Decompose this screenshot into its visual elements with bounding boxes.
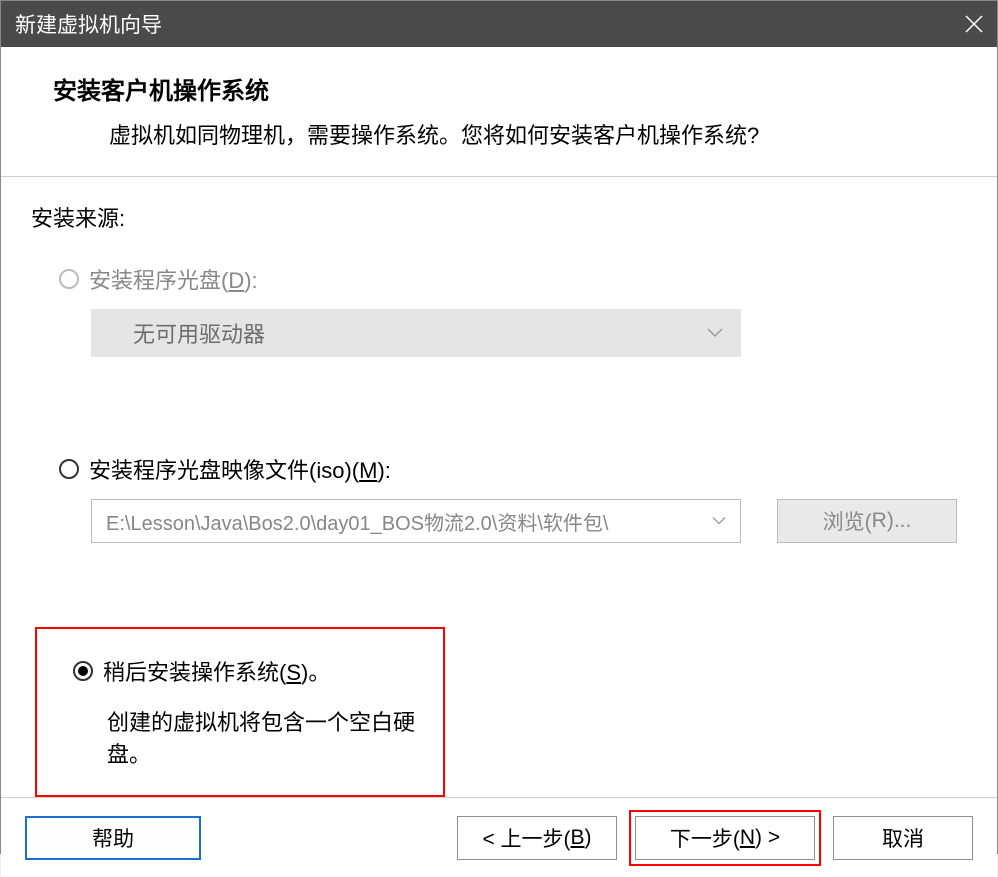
option-later-description: 创建的虚拟机将包含一个空白硬盘。 xyxy=(107,705,425,769)
option-iso-row: 安装程序光盘映像文件(iso)(M): xyxy=(59,453,967,485)
option-iso-block: 安装程序光盘映像文件(iso)(M): E:\Lesson\Java\Bos2.… xyxy=(31,453,967,543)
disc-drive-value: 无可用驱动器 xyxy=(133,317,265,349)
help-button[interactable]: 帮助 xyxy=(25,816,201,860)
wizard-window: 新建虚拟机向导 安装客户机操作系统 虚拟机如同物理机，需要操作系统。您将如何安装… xyxy=(0,0,998,854)
back-button[interactable]: < 上一步(B) xyxy=(457,816,617,860)
close-button[interactable] xyxy=(951,1,997,47)
wizard-footer: 帮助 < 上一步(B) 下一步(N) > 取消 xyxy=(1,797,997,877)
close-icon xyxy=(965,15,983,33)
iso-path-input[interactable]: E:\Lesson\Java\Bos2.0\day01_BOS物流2.0\资料\… xyxy=(91,499,741,543)
cancel-button[interactable]: 取消 xyxy=(833,816,973,860)
window-title: 新建虚拟机向导 xyxy=(15,9,951,39)
page-subtitle: 虚拟机如同物理机，需要操作系统。您将如何安装客户机操作系统? xyxy=(53,118,957,150)
radio-later-label[interactable]: 稍后安装操作系统(S)。 xyxy=(103,655,330,687)
chevron-down-icon xyxy=(712,517,726,526)
next-highlight-box: 下一步(N) > xyxy=(629,810,821,866)
radio-disc-label: 安装程序光盘(D): xyxy=(89,263,258,295)
disc-drive-dropdown: 无可用驱动器 xyxy=(91,309,741,357)
wizard-content: 安装来源: 安装程序光盘(D): 无可用驱动器 安装程序光盘映像文件(iso)(… xyxy=(1,177,997,797)
iso-path-value: E:\Lesson\Java\Bos2.0\day01_BOS物流2.0\资料\… xyxy=(106,507,608,536)
radio-iso[interactable] xyxy=(59,459,79,479)
radio-disc xyxy=(59,269,79,289)
iso-path-row: E:\Lesson\Java\Bos2.0\day01_BOS物流2.0\资料\… xyxy=(91,499,967,543)
option-later-row: 稍后安装操作系统(S)。 xyxy=(73,655,425,687)
radio-iso-label[interactable]: 安装程序光盘映像文件(iso)(M): xyxy=(89,453,391,485)
option-later-block: 稍后安装操作系统(S)。 创建的虚拟机将包含一个空白硬盘。 xyxy=(35,627,445,797)
option-disc-row: 安装程序光盘(D): xyxy=(59,263,967,295)
chevron-down-icon xyxy=(707,328,723,338)
radio-later[interactable] xyxy=(73,661,93,681)
browse-button: 浏览(R)... xyxy=(777,499,957,543)
wizard-header: 安装客户机操作系统 虚拟机如同物理机，需要操作系统。您将如何安装客户机操作系统? xyxy=(1,47,997,177)
next-button[interactable]: 下一步(N) > xyxy=(635,816,815,860)
titlebar: 新建虚拟机向导 xyxy=(1,1,997,47)
install-source-label: 安装来源: xyxy=(31,201,967,233)
page-title: 安装客户机操作系统 xyxy=(53,71,957,106)
